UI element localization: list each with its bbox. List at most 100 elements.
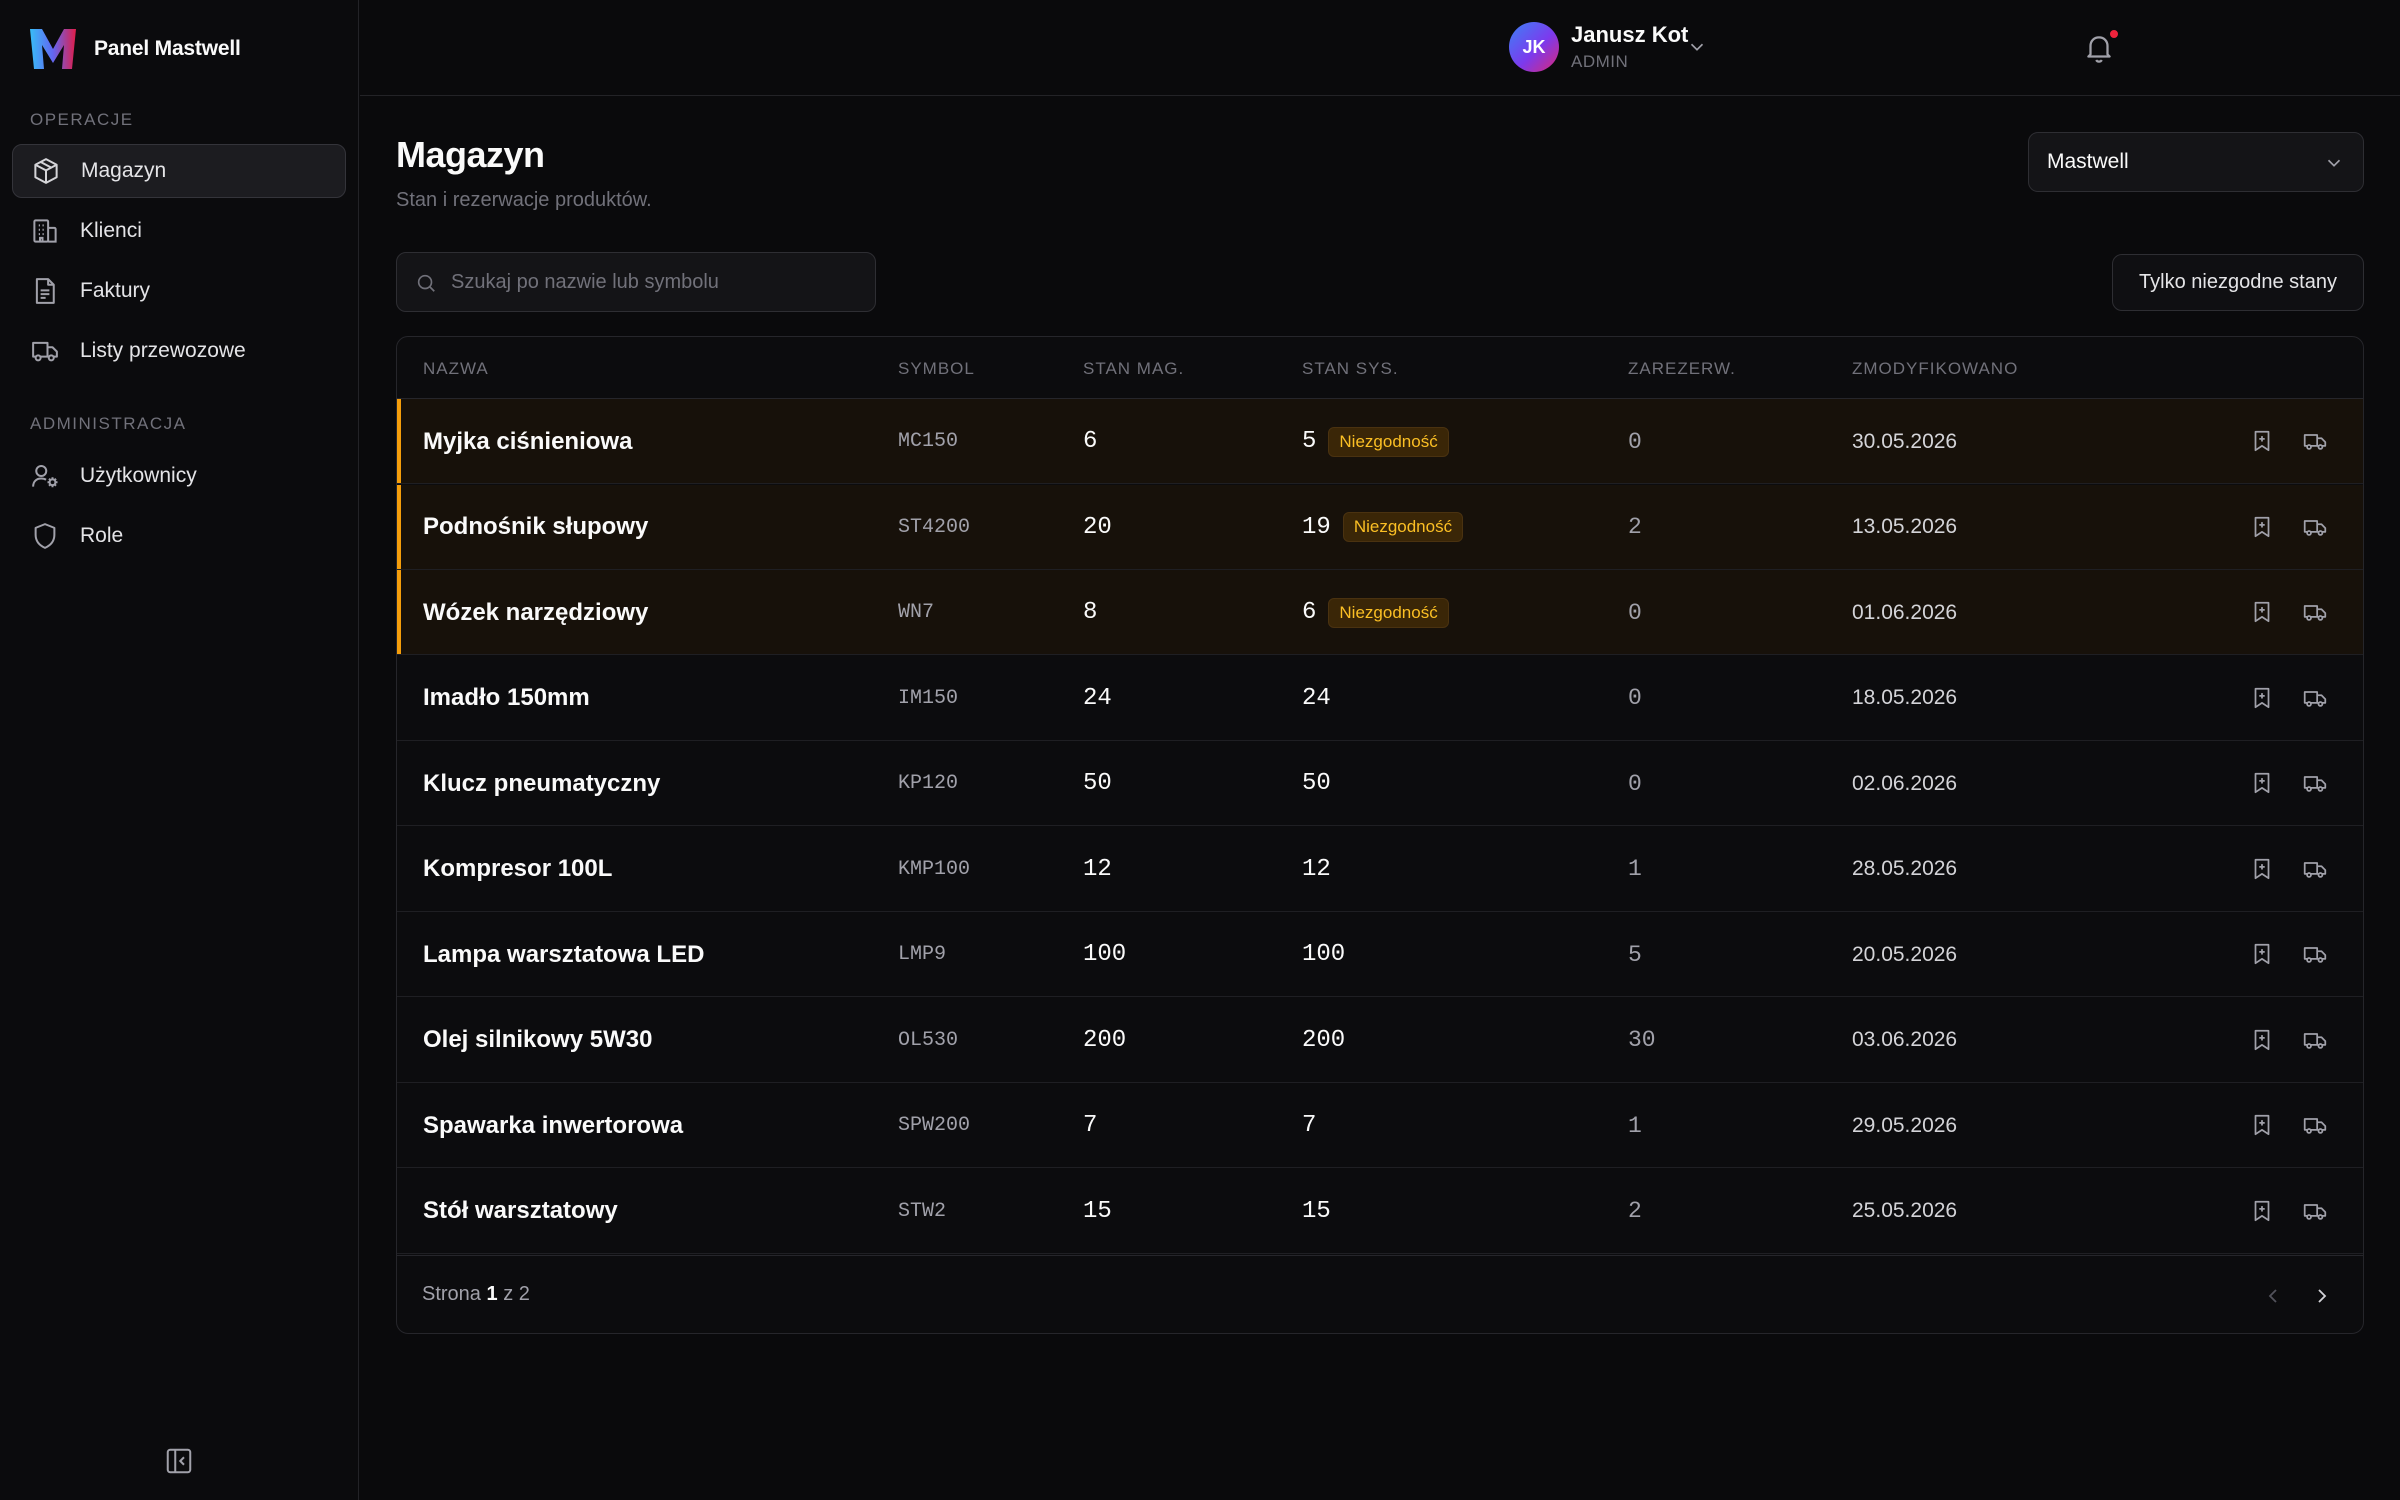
shipment-icon[interactable] (2302, 514, 2328, 540)
system-stock: 5 (1302, 428, 1317, 455)
table-row[interactable]: Lampa warsztatowa LED LMP9 100 100 5 20.05.20… (397, 912, 2363, 997)
modified-date: 03.06.2026 (1852, 1028, 1958, 1051)
shipment-icon[interactable] (2302, 856, 2328, 882)
shipment-icon[interactable] (2302, 1027, 2328, 1053)
system-stock: 6 (1302, 599, 1317, 626)
reserve-icon[interactable] (2249, 770, 2275, 796)
sidebar-item-label: Klienci (80, 219, 142, 242)
chevron-right-icon[interactable] (2310, 1284, 2334, 1308)
shield-icon (34, 523, 56, 549)
system-stock: 50 (1302, 770, 1331, 797)
mastwell-logo-icon (30, 29, 76, 69)
avatar[interactable]: JK (1509, 22, 1559, 72)
column-header-nazwa[interactable]: NAZWA (423, 359, 489, 379)
table-row[interactable]: Spawarka inwertorowa SPW200 7 7 1 29.05.2026 (397, 1083, 2363, 1168)
user-role: ADMIN (1571, 52, 1629, 71)
page-subtitle: Stan i rezerwacje produktów. (396, 189, 652, 211)
truck-icon (32, 341, 58, 362)
modified-date: 18.05.2026 (1852, 686, 1958, 709)
system-stock: 7 (1302, 1112, 1317, 1139)
shipment-icon[interactable] (2302, 1198, 2328, 1224)
chevron-down-icon (2327, 159, 2341, 167)
warehouse-stock: 12 (1083, 855, 1112, 883)
status-badge: Niezgodność (1328, 426, 1449, 457)
sidebar-item-listy-przewozowe[interactable]: Listy przewozowe (12, 324, 346, 378)
sidebar-item-uzytkownicy[interactable]: Użytkownicy (12, 449, 346, 503)
warehouse-stock: 100 (1083, 941, 1127, 968)
sidebar: Panel Mastwell OPERACJE Magazyn Klienci … (0, 0, 359, 1500)
shipment-icon[interactable] (2302, 941, 2328, 967)
reserved-qty: 5 (1628, 941, 1642, 968)
column-header-stan-sys[interactable]: STAN SYS. (1302, 359, 1399, 379)
sidebar-item-klienci[interactable]: Klienci (12, 204, 346, 258)
reserve-icon[interactable] (2249, 1112, 2275, 1138)
table-row[interactable]: Wózek narzędziowy WN7 8 6 Niezgodność 0 01.06.… (397, 570, 2363, 655)
table-row[interactable]: Kompresor 100L KMP100 12 12 1 28.05.2026 (397, 827, 2363, 912)
sidebar-item-role[interactable]: Role (12, 509, 346, 563)
shipment-icon[interactable] (2302, 428, 2328, 454)
table-header: NAZWA SYMBOL STAN MAG. STAN SYS. ZAREZER… (397, 337, 2363, 399)
sidebar-item-label: Magazyn (81, 159, 167, 182)
chevron-left-icon[interactable] (2261, 1284, 2285, 1308)
reserve-icon[interactable] (2249, 1198, 2275, 1224)
table-row[interactable]: Klucz pneumatyczny KP120 50 50 0 02.06.2026 (397, 741, 2363, 826)
product-symbol: SPW200 (898, 1114, 971, 1137)
chevron-down-icon[interactable] (1686, 36, 1708, 58)
collapse-sidebar-icon[interactable] (164, 1446, 194, 1476)
table-row[interactable]: Imadło 150mm IM150 24 24 0 18.05.2026 (397, 656, 2363, 741)
table-row[interactable]: Olej silnikowy 5W30 OL530 200 200 30 03.06.20… (397, 998, 2363, 1083)
user-name[interactable]: Janusz Kot (1571, 22, 1688, 48)
search-input[interactable] (451, 253, 861, 311)
shipment-icon[interactable] (2302, 770, 2328, 796)
reserve-icon[interactable] (2249, 1027, 2275, 1053)
shipment-icon[interactable] (2302, 1112, 2328, 1138)
company-select[interactable]: Mastwell (2028, 132, 2364, 192)
product-symbol: IM150 (898, 686, 959, 710)
sidebar-item-label: Listy przewozowe (80, 339, 246, 362)
shipment-icon[interactable] (2302, 685, 2328, 711)
warehouse-stock: 24 (1083, 684, 1112, 712)
column-header-zmodyfikowano[interactable]: ZMODYFIKOWANO (1852, 359, 2018, 379)
sidebar-item-faktury[interactable]: Faktury (12, 264, 346, 318)
warehouse-stock: 20 (1083, 513, 1112, 541)
modified-date: 13.05.2026 (1852, 515, 1958, 538)
pagination-separator: z (503, 1283, 514, 1305)
sidebar-item-magazyn[interactable]: Magazyn (12, 144, 346, 198)
reserve-icon[interactable] (2249, 941, 2275, 967)
products-table: NAZWA SYMBOL STAN MAG. STAN SYS. ZAREZER… (396, 336, 2364, 1334)
product-symbol: WN7 (898, 601, 935, 624)
product-name: Spawarka inwertorowa (423, 1111, 684, 1139)
page-title: Magazyn (396, 134, 545, 175)
table-row[interactable]: Stół warsztatowy STW2 15 15 2 25.05.2026 (397, 1169, 2363, 1254)
brand[interactable]: Panel Mastwell (28, 24, 241, 74)
column-header-stan-mag[interactable]: STAN MAG. (1083, 359, 1184, 379)
modified-date: 30.05.2026 (1852, 429, 1958, 453)
modified-date: 29.05.2026 (1852, 1113, 1958, 1137)
system-stock: 12 (1302, 855, 1331, 883)
modified-date: 01.06.2026 (1852, 600, 1958, 624)
product-symbol: STW2 (898, 1199, 947, 1223)
warehouse-stock: 50 (1083, 770, 1112, 797)
reserve-icon[interactable] (2249, 856, 2275, 882)
reserve-icon[interactable] (2249, 685, 2275, 711)
reserve-icon[interactable] (2249, 514, 2275, 540)
warehouse-stock: 200 (1083, 1026, 1127, 1054)
warehouse-stock: 8 (1083, 599, 1098, 626)
reserve-icon[interactable] (2249, 599, 2275, 625)
mismatch-filter-button[interactable]: Tylko niezgodne stany (2112, 254, 2364, 311)
system-stock-cell: 5 Niezgodność (1302, 399, 1449, 484)
column-header-symbol[interactable]: SYMBOL (898, 359, 975, 379)
reserve-icon[interactable] (2249, 428, 2275, 454)
table-row[interactable]: Myjka ciśnieniowa MC150 6 5 Niezgodność 0 30.0… (397, 399, 2363, 484)
shipment-icon[interactable] (2302, 599, 2328, 625)
section-label-administracja: ADMINISTRACJA (30, 414, 187, 433)
modified-date: 02.06.2026 (1852, 771, 1958, 795)
reserved-qty: 2 (1628, 514, 1642, 540)
notification-dot (2108, 28, 2120, 40)
reserved-qty: 1 (1628, 856, 1642, 882)
table-row[interactable]: Podnośnik słupowy ST4200 20 19 Niezgodność 2 1… (397, 484, 2363, 570)
warehouse-stock: 6 (1083, 428, 1098, 455)
column-header-zarezerw[interactable]: ZAREZERW. (1628, 359, 1736, 379)
search-box (396, 252, 876, 312)
system-stock: 19 (1302, 513, 1331, 541)
